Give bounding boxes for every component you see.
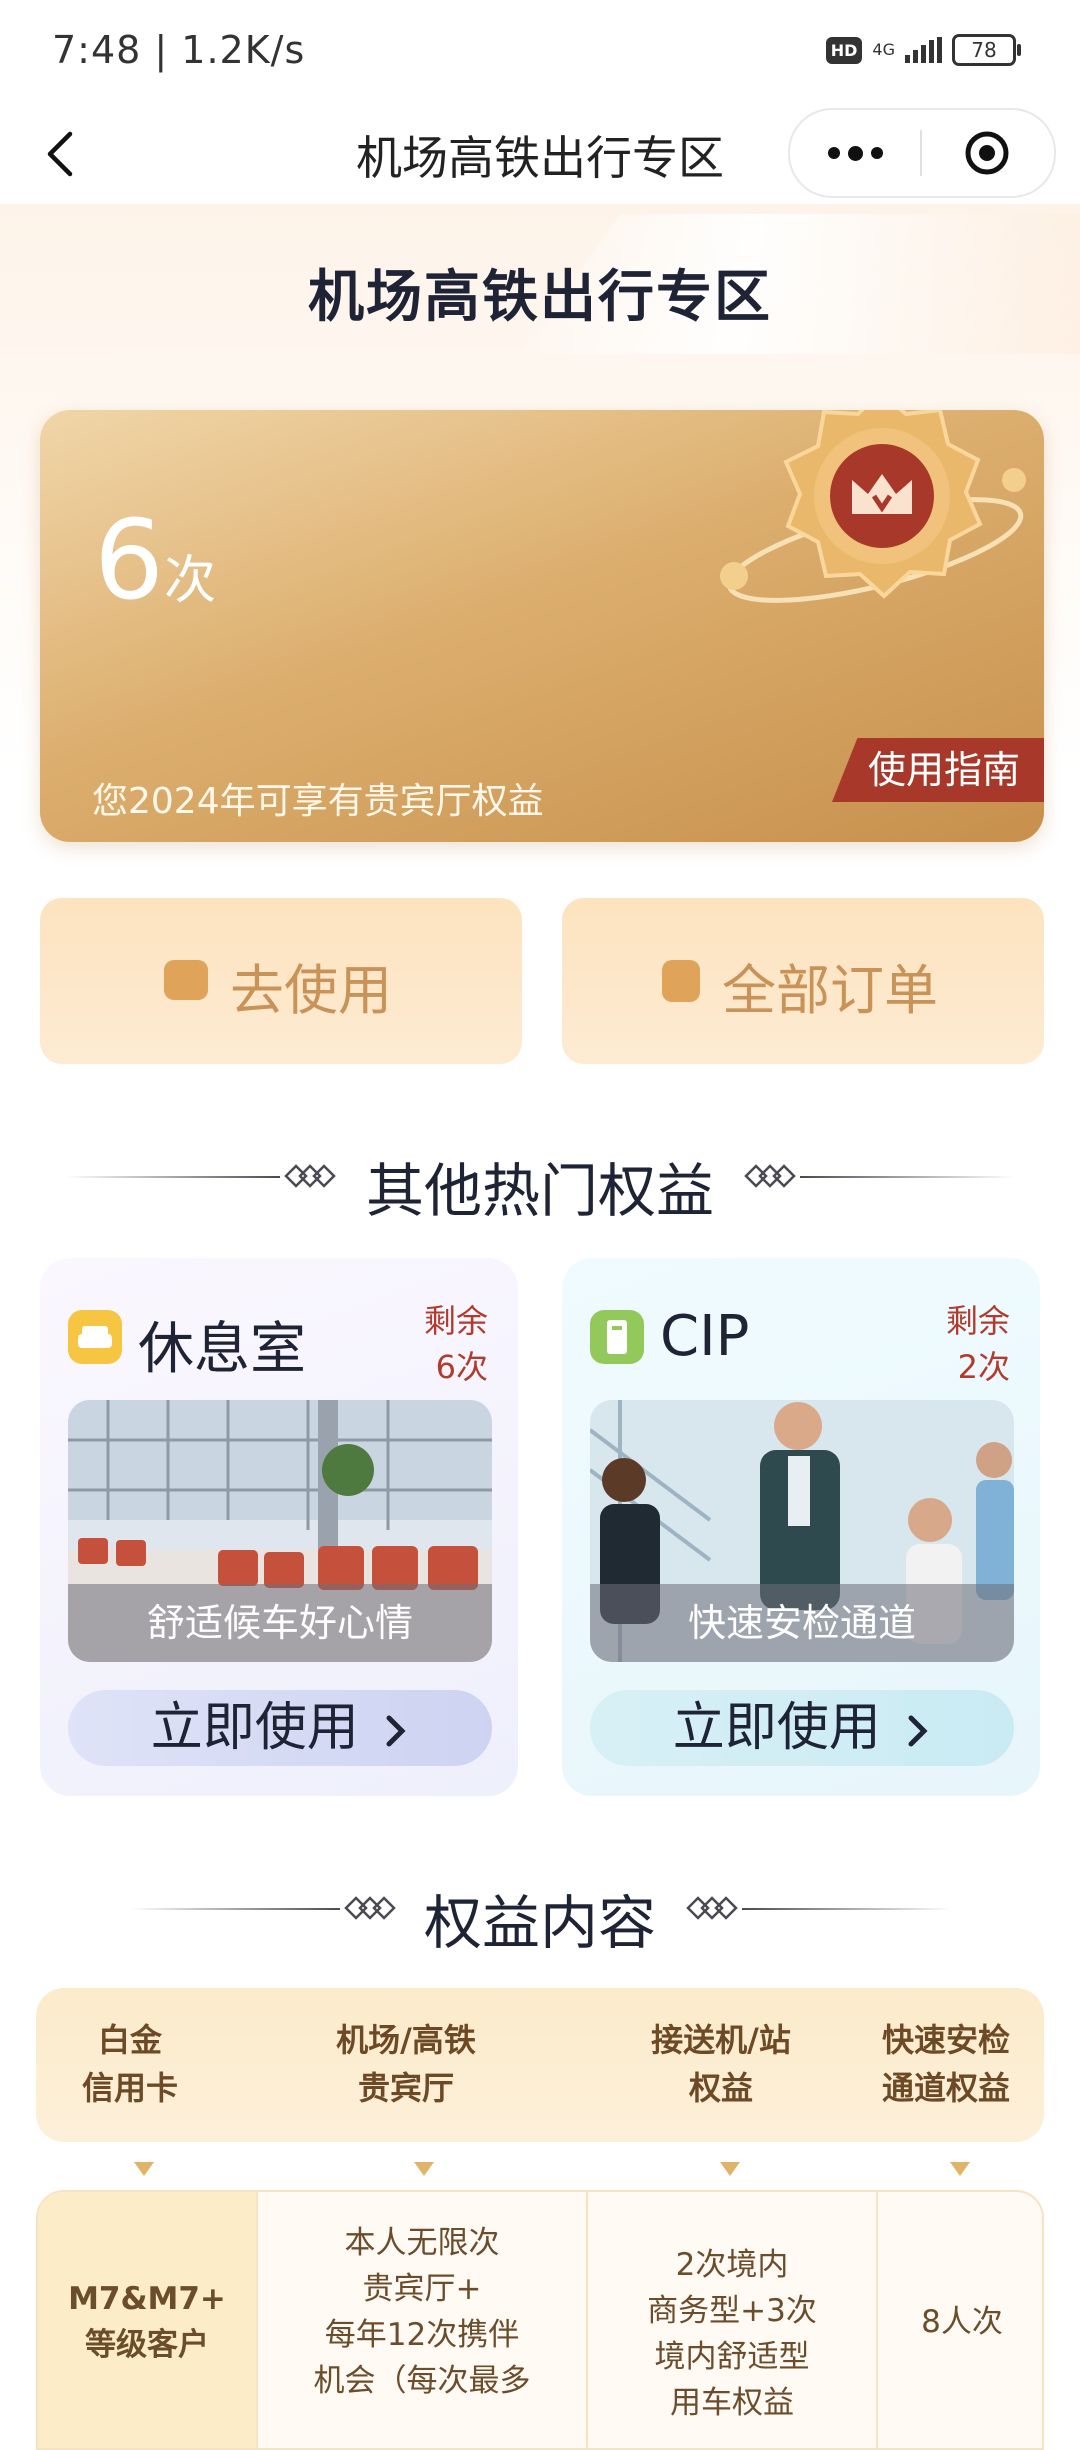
back-button[interactable] <box>40 128 84 180</box>
header-platinum-card: 白金 信用卡 <box>81 2021 178 2107</box>
remaining-count: 2次 <box>957 1348 1010 1386</box>
sofa-icon <box>68 1310 122 1364</box>
order-list-icon <box>662 960 700 1002</box>
chevron-right-icon <box>908 1715 928 1747</box>
status-bar: 7:48 | 1.2K/s HD 4G 78 <box>0 0 1080 100</box>
cip-photo: 快速安检通道 <box>590 1400 1014 1662</box>
rights-table-header: 白金 信用卡 机场/高铁 贵宾厅 接送机/站 权益 快速安检 通道权益 <box>36 1988 1044 2142</box>
more-dots-icon[interactable] <box>790 110 920 196</box>
hero-card: 6次 您2024年可享有贵宾厅权益 使用指南 <box>40 410 1044 842</box>
network-type: 4G <box>872 40 895 59</box>
signal-icon <box>905 37 942 63</box>
column-arrow <box>720 2162 740 2176</box>
crown-medal-icon <box>720 410 1026 603</box>
hot-benefits-header: 其他热门权益 <box>0 1136 1080 1225</box>
use-now-button[interactable]: 立即使用 <box>68 1690 492 1766</box>
hot-benefits-title: 其他热门权益 <box>365 1157 714 1225</box>
rights-content-header: 权益内容 <box>0 1868 1080 1957</box>
usage-guide-button[interactable]: 使用指南 <box>832 738 1044 802</box>
use-now-label: 立即使用 <box>150 1698 359 1758</box>
cell-lounge: 本人无限次 贵宾厅+ 每年12次携伴 机会（每次最多 <box>258 2192 588 2448</box>
column-arrow <box>414 2162 434 2176</box>
hero-description: 您2024年可享有贵宾厅权益 <box>92 781 544 822</box>
cip-benefit-card[interactable]: CIP 剩余 2次 快速安检通道 立即使用 <box>562 1258 1040 1796</box>
benefit-name: CIP <box>660 1304 750 1369</box>
benefit-caption: 快速安检通道 <box>590 1584 1014 1662</box>
status-time-speed: 7:48 | 1.2K/s <box>52 28 306 72</box>
ticket-icon <box>164 960 208 1000</box>
header-fast-security: 快速安检 通道权益 <box>881 2021 1010 2107</box>
mini-program-capsule <box>788 108 1056 198</box>
lounge-benefit-card[interactable]: 休息室 剩余 6次 舒适候车好心情 立即使用 <box>40 1258 518 1796</box>
go-use-button[interactable]: 去使用 <box>40 898 522 1064</box>
cell-customer-level: M7&M7+ 等级客户 <box>38 2192 258 2448</box>
hd-icon: HD <box>825 36 863 64</box>
remaining-badge: 剩余 6次 <box>424 1298 488 1390</box>
rights-content-title: 权益内容 <box>423 1889 656 1957</box>
all-orders-label: 全部订单 <box>722 959 938 1022</box>
remaining-number: 6 <box>94 496 164 624</box>
zone-title: 机场高铁出行专区 <box>308 265 772 330</box>
use-now-button[interactable]: 立即使用 <box>590 1690 1014 1766</box>
chevron-right-icon <box>386 1715 406 1747</box>
capsule-divider <box>920 130 922 176</box>
lounge-photo: 舒适候车好心情 <box>68 1400 492 1662</box>
remaining-count: 6次 <box>435 1348 488 1386</box>
remaining-label: 剩余 <box>423 1302 488 1340</box>
divider-line-right <box>742 1908 952 1910</box>
diamond-ornament-icon <box>744 1164 796 1188</box>
use-now-label: 立即使用 <box>672 1698 881 1758</box>
benefit-name: 休息室 <box>138 1317 306 1382</box>
diamond-ornament-icon <box>686 1896 738 1920</box>
column-arrow <box>134 2162 154 2176</box>
column-arrow <box>950 2162 970 2176</box>
header-lounge: 机场/高铁 贵宾厅 <box>336 2021 476 2107</box>
battery-icon: 78 <box>952 34 1021 66</box>
remaining-label: 剩余 <box>945 1302 1010 1340</box>
back-icon <box>47 131 73 177</box>
rights-table-row: M7&M7+ 等级客户 本人无限次 贵宾厅+ 每年12次携伴 机会（每次最多 2… <box>36 2190 1044 2450</box>
remaining-badge: 剩余 2次 <box>946 1298 1010 1390</box>
benefit-caption: 舒适候车好心情 <box>68 1584 492 1662</box>
status-icons: HD 4G 78 <box>825 34 1021 66</box>
remaining-unit: 次 <box>164 551 217 611</box>
cell-fast-security: 8人次 <box>921 2304 1003 2340</box>
header-transfer: 接送机/站 权益 <box>651 2021 791 2107</box>
divider-line-right <box>800 1176 1014 1178</box>
remaining-count: 6次 <box>94 496 216 624</box>
nav-bar: 机场高铁出行专区 <box>0 100 1080 204</box>
cell-transfer: 2次境内 商务型+3次 境内舒适型 用车权益 <box>588 2192 878 2448</box>
go-use-label: 去使用 <box>230 959 392 1022</box>
cip-card-icon <box>590 1310 644 1364</box>
record-target-icon[interactable] <box>964 130 1010 176</box>
all-orders-button[interactable]: 全部订单 <box>562 898 1044 1064</box>
